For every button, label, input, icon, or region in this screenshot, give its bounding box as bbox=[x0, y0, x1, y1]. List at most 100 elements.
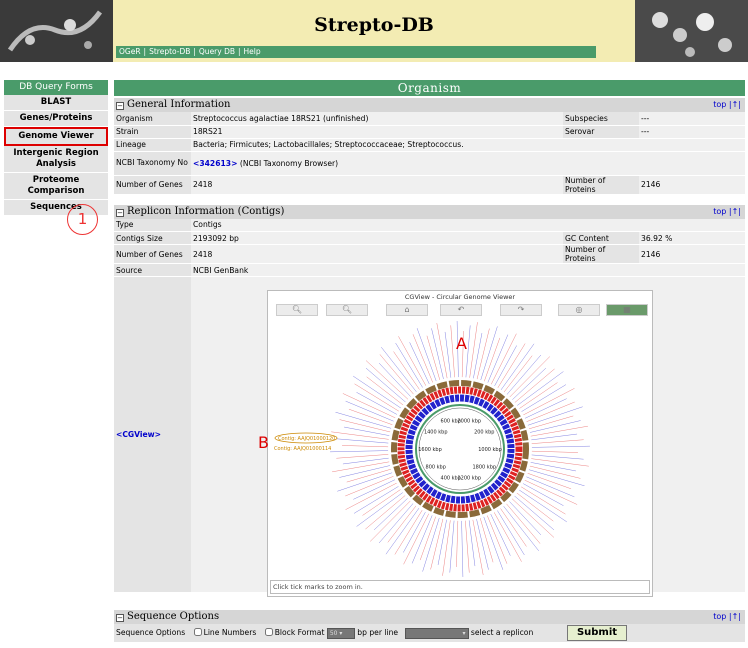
collapse-icon[interactable]: − bbox=[116, 208, 124, 217]
taxonomy-link[interactable]: <342613> bbox=[193, 159, 237, 168]
sidebar-item-proteome-comparison[interactable]: Proteome Comparison bbox=[4, 173, 108, 200]
nav-oger[interactable]: OGeR bbox=[119, 47, 141, 56]
replicon-genes-value: 2418 bbox=[191, 244, 563, 264]
bp-per-line-select[interactable]: 50 ▾ bbox=[326, 627, 355, 639]
label-line bbox=[496, 343, 526, 390]
genes-label: Number of Genes bbox=[114, 175, 191, 195]
collapse-icon[interactable]: − bbox=[116, 102, 124, 110]
label-line bbox=[523, 398, 567, 420]
taxonomy-label: NCBI Taxonomy No bbox=[114, 151, 191, 176]
tick-label: 1600 kbp bbox=[418, 447, 442, 453]
contig-label: Contig: AAJQ01000114 bbox=[274, 446, 331, 452]
label-line bbox=[378, 501, 415, 544]
label-line bbox=[521, 388, 575, 417]
map-background bbox=[388, 377, 532, 521]
submit-button[interactable]: Submit bbox=[567, 625, 627, 641]
label-line bbox=[529, 454, 584, 460]
sidebar-title: DB Query Forms bbox=[4, 80, 108, 95]
label-line bbox=[526, 406, 583, 427]
label-line bbox=[525, 472, 572, 490]
line-numbers-checkbox[interactable] bbox=[193, 628, 202, 636]
label-line bbox=[339, 419, 393, 433]
label-line bbox=[387, 504, 418, 543]
label-line bbox=[346, 468, 393, 483]
label-line bbox=[411, 513, 434, 564]
contigs-size-label: Contigs Size bbox=[114, 231, 191, 245]
label-line bbox=[449, 518, 455, 573]
tick-label: 800 kbp bbox=[426, 465, 446, 471]
highlighted-contig-label: Contig: AAJQ01000120 bbox=[278, 436, 335, 442]
lineage-label: Lineage bbox=[114, 138, 191, 152]
sequence-options-row: Sequence Options Line Numbers Block Form… bbox=[114, 624, 745, 642]
label-line bbox=[510, 367, 547, 402]
top-link[interactable]: top |↑| bbox=[713, 98, 741, 112]
label-line bbox=[354, 383, 401, 413]
top-navigation: OGeR | Strepto-DB | Query DB | Help bbox=[116, 46, 596, 58]
block-format-checkbox[interactable] bbox=[264, 628, 273, 636]
label-line bbox=[345, 481, 399, 510]
label-line bbox=[356, 491, 405, 527]
subspecies-label: Subspecies bbox=[563, 112, 639, 126]
contigs-size-value: 2193092 bp bbox=[191, 231, 563, 245]
globe-icon[interactable]: ◎ bbox=[558, 304, 600, 316]
sidebar-item-blast[interactable]: BLAST bbox=[4, 95, 108, 111]
section-title: Replicon Information (Contigs) bbox=[127, 205, 285, 217]
block-format-label: Block Format bbox=[274, 628, 325, 637]
up-arrow-icon: ↑ bbox=[731, 206, 739, 216]
label-line bbox=[365, 367, 408, 404]
zoom-in-icon[interactable]: 🔍︎ bbox=[326, 304, 368, 316]
nav-query-db[interactable]: Query DB bbox=[199, 47, 235, 56]
tick-label: 600 kbp bbox=[441, 418, 461, 424]
gc-content-value: 36.92 % bbox=[639, 231, 745, 245]
section-title: Sequence Options bbox=[127, 611, 220, 622]
strain-value: 18RS21 bbox=[191, 125, 563, 139]
cgview-link[interactable]: <CGView> bbox=[116, 430, 161, 439]
label-line bbox=[403, 511, 430, 565]
up-arrow-icon: ↑ bbox=[731, 612, 739, 621]
taxonomy-value: <342613> (NCBI Taxonomy Browser) bbox=[191, 151, 745, 176]
organism-label: Organism bbox=[114, 112, 191, 126]
label-line bbox=[450, 325, 455, 380]
label-line bbox=[528, 461, 576, 472]
sidebar-item-genes-proteins[interactable]: Genes/Proteins bbox=[4, 111, 108, 127]
bp-per-line-value: 50 bbox=[329, 629, 338, 637]
serovar-value: --- bbox=[639, 125, 745, 139]
sequence-options-header[interactable]: − Sequence Options top |↑| bbox=[114, 610, 745, 624]
label-line bbox=[342, 445, 391, 448]
label-line bbox=[465, 518, 470, 573]
up-arrow-icon: ↑ bbox=[731, 100, 739, 109]
line-numbers-label: Line Numbers bbox=[203, 628, 257, 637]
sequence-options: − Sequence Options top |↑| Sequence Optio… bbox=[114, 608, 745, 642]
label-line bbox=[348, 408, 395, 426]
nav-strepto-db[interactable]: Strepto-DB bbox=[149, 47, 190, 56]
home-icon[interactable]: ⌂ bbox=[386, 304, 428, 316]
grid-icon[interactable]: ▦ bbox=[606, 304, 648, 316]
label-line bbox=[517, 382, 558, 410]
subspecies-value: --- bbox=[639, 112, 745, 126]
label-line bbox=[507, 499, 542, 536]
replicon-info-header[interactable]: − Replicon Information (Contigs) top |↑| bbox=[114, 204, 745, 219]
annotation-circle-1: 1 bbox=[67, 204, 98, 235]
circular-genome-map[interactable]: 2000 kbp200 kbp1800 kbp400 kbp1600 kbp60… bbox=[268, 317, 652, 579]
page-title: Organism bbox=[114, 80, 745, 96]
label-line bbox=[330, 450, 391, 453]
general-info-header[interactable]: − General Information top |↑| bbox=[114, 98, 745, 112]
collapse-icon[interactable]: − bbox=[116, 614, 124, 622]
replicon-select[interactable]: ▾ bbox=[404, 627, 469, 639]
sidebar-item-intergenic-region-analysis[interactable]: Intergenic Region Analysis bbox=[4, 146, 108, 173]
label-line bbox=[336, 454, 391, 459]
undo-icon[interactable]: ↶ bbox=[440, 304, 482, 316]
label-line bbox=[336, 438, 391, 444]
label-line bbox=[436, 323, 448, 381]
replicon-genes-label: Number of Genes bbox=[114, 244, 191, 264]
zoom-out-icon[interactable]: 🔍︎ bbox=[276, 304, 318, 316]
label-line bbox=[422, 515, 441, 572]
nav-help[interactable]: Help bbox=[244, 47, 261, 56]
redo-icon[interactable]: ↷ bbox=[500, 304, 542, 316]
label-line bbox=[353, 478, 397, 500]
top-link[interactable]: top |↑| bbox=[713, 610, 741, 624]
top-link[interactable]: top |↑| bbox=[713, 205, 741, 219]
label-line bbox=[522, 479, 578, 505]
label-line bbox=[366, 376, 405, 407]
sidebar-item-genome-viewer[interactable]: Genome Viewer bbox=[4, 127, 108, 146]
